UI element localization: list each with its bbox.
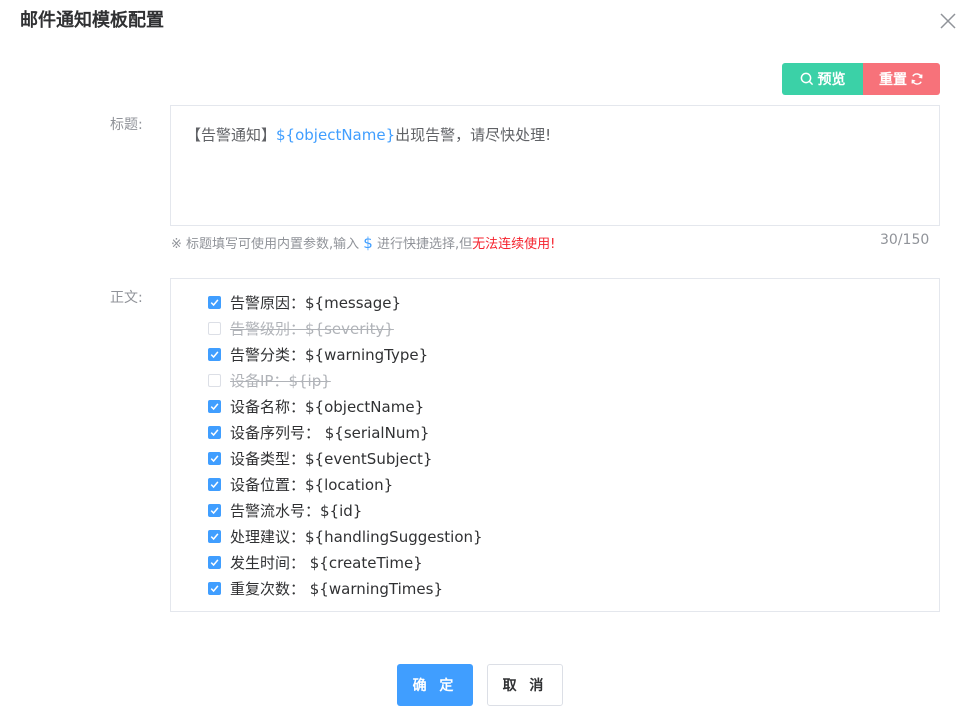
field-option-label: 设备类型：${eventSubject} bbox=[230, 449, 433, 468]
reset-button[interactable]: 重置 bbox=[863, 63, 940, 95]
checkmark-icon bbox=[210, 428, 219, 436]
template-toolbar: 预览 重置 bbox=[782, 63, 940, 95]
field-option[interactable]: 发生时间： ${createTime} bbox=[208, 549, 483, 575]
field-checkbox[interactable] bbox=[208, 555, 221, 569]
field-checkbox[interactable] bbox=[208, 295, 221, 309]
checkmark-icon bbox=[210, 584, 219, 592]
checkmark-icon bbox=[210, 350, 219, 358]
field-checkbox[interactable] bbox=[208, 373, 221, 387]
checkmark-icon bbox=[210, 454, 219, 462]
checkmark-icon bbox=[210, 558, 219, 566]
subject-input[interactable]: 【告警通知】${objectName}出现告警，请尽快处理! bbox=[170, 105, 940, 226]
checkmark-icon bbox=[210, 506, 219, 514]
hint-prefix: ※ 标题填写可使用内置参数,输入 bbox=[171, 237, 364, 252]
field-option-label: 告警级别：${severity} bbox=[230, 319, 394, 338]
subject-hint: ※ 标题填写可使用内置参数,输入 $ 进行快捷选择,但无法连续使用! bbox=[171, 233, 555, 255]
field-option-label: 重复次数： ${warningTimes} bbox=[230, 579, 443, 598]
checkmark-icon bbox=[210, 532, 219, 540]
field-option[interactable]: 告警原因：${message} bbox=[208, 289, 483, 315]
close-icon[interactable] bbox=[938, 11, 958, 31]
subject-char-counter: 30/150 bbox=[880, 232, 930, 248]
field-option[interactable]: 设备名称：${objectName} bbox=[208, 393, 483, 419]
field-checkbox[interactable] bbox=[208, 581, 221, 595]
field-option-label: 告警原因：${message} bbox=[230, 293, 402, 312]
cancel-button[interactable]: 取 消 bbox=[487, 664, 563, 706]
subject-variable: ${objectName} bbox=[276, 126, 396, 144]
subject-label: 标题: bbox=[110, 117, 143, 133]
hint-warning: 无法连续使用! bbox=[472, 237, 556, 252]
checkmark-icon bbox=[210, 480, 219, 488]
reset-button-label: 重置 bbox=[879, 72, 907, 88]
hint-middle: 进行快捷选择,但 bbox=[372, 237, 473, 252]
field-option-label: 设备名称：${objectName} bbox=[230, 397, 425, 416]
field-option[interactable]: 处理建议：${handlingSuggestion} bbox=[208, 523, 483, 549]
subject-suffix: 出现告警，请尽快处理! bbox=[395, 126, 552, 144]
field-option-label: 告警分类：${warningType} bbox=[230, 345, 429, 364]
subject-prefix: 【告警通知】 bbox=[186, 126, 277, 144]
field-option[interactable]: 告警分类：${warningType} bbox=[208, 341, 483, 367]
field-option[interactable]: 告警流水号：${id} bbox=[208, 497, 483, 523]
field-option-label: 告警流水号：${id} bbox=[230, 501, 363, 520]
field-checkbox[interactable] bbox=[208, 399, 221, 413]
field-option-label: 设备位置：${location} bbox=[230, 475, 394, 494]
preview-button-label: 预览 bbox=[817, 72, 846, 88]
checkmark-icon bbox=[210, 298, 219, 306]
field-checkbox[interactable] bbox=[208, 321, 221, 335]
field-checkbox[interactable] bbox=[208, 529, 221, 543]
field-option[interactable]: 设备位置：${location} bbox=[208, 471, 483, 497]
field-option[interactable]: 告警级别：${severity} bbox=[208, 315, 483, 341]
field-option[interactable]: 设备类型：${eventSubject} bbox=[208, 445, 483, 471]
confirm-button[interactable]: 确 定 bbox=[397, 664, 473, 706]
dialog-title: 邮件通知模板配置 bbox=[20, 10, 164, 31]
field-option-label: 处理建议：${handlingSuggestion} bbox=[230, 527, 483, 546]
refresh-icon bbox=[911, 73, 923, 85]
field-option-label: 设备序列号： ${serialNum} bbox=[230, 423, 430, 442]
preview-button[interactable]: 预览 bbox=[782, 63, 863, 95]
field-option[interactable]: 重复次数： ${warningTimes} bbox=[208, 575, 483, 601]
field-option[interactable]: 设备序列号： ${serialNum} bbox=[208, 419, 483, 445]
checkmark-icon bbox=[210, 402, 219, 410]
search-icon bbox=[800, 72, 813, 86]
body-label: 正文: bbox=[110, 290, 143, 306]
field-checkbox[interactable] bbox=[208, 425, 221, 439]
field-checkbox[interactable] bbox=[208, 503, 221, 517]
body-field-list: 告警原因：${message} 告警级别：${severity} 告警分类：${wa… bbox=[208, 289, 483, 601]
body-field-panel: 告警原因：${message} 告警级别：${severity} 告警分类：${wa… bbox=[170, 278, 940, 612]
field-option-label: 设备IP：${ip} bbox=[230, 371, 331, 390]
field-checkbox[interactable] bbox=[208, 477, 221, 491]
field-checkbox[interactable] bbox=[208, 451, 221, 465]
hint-dollar: $ bbox=[363, 234, 373, 252]
field-option-label: 发生时间： ${createTime} bbox=[230, 553, 423, 572]
field-option[interactable]: 设备IP：${ip} bbox=[208, 367, 483, 393]
field-checkbox[interactable] bbox=[208, 347, 221, 361]
